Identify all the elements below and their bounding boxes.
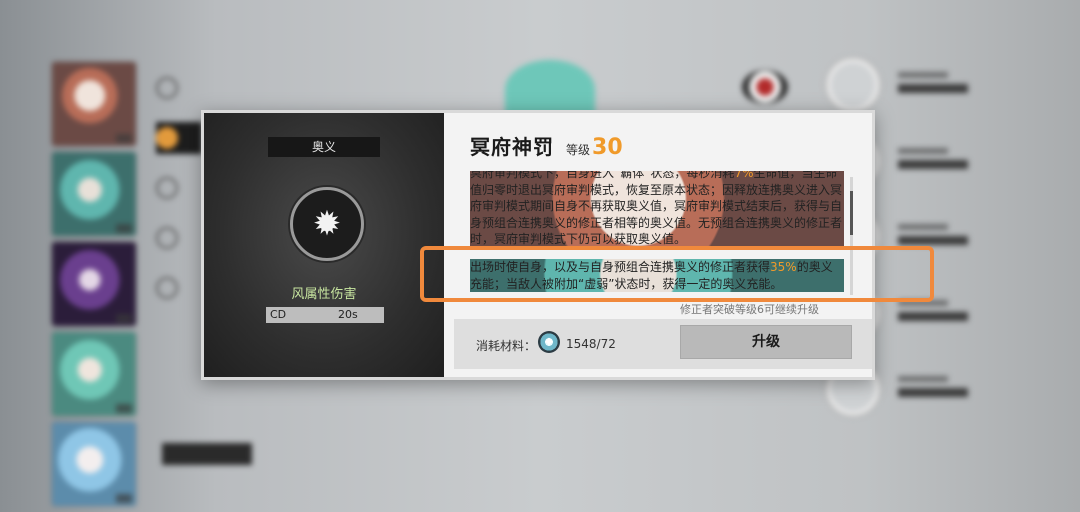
- character-portrait[interactable]: [52, 62, 136, 146]
- skill-summary-panel: 奥义 ✹ 风属性伤害 CD 20s: [204, 113, 454, 377]
- skill-list-item[interactable]: [826, 58, 968, 112]
- character-roster: [52, 62, 144, 512]
- cooldown-value: 20s: [338, 308, 358, 321]
- character-portrait[interactable]: [52, 242, 136, 326]
- skill-type-tag: 奥义: [268, 137, 380, 157]
- skill-detail-dialog: 奥义 ✹ 风属性伤害 CD 20s 冥府神罚 等级 30 冥府审判模式下，自身进…: [201, 110, 875, 380]
- description-paragraph: 冥府审判模式下，自身进入“霸体”状态，每秒消耗7%生命值，当生命值归零时退出冥府…: [470, 171, 844, 248]
- upgrade-button[interactable]: 升级: [680, 325, 852, 359]
- highlight-annotation-box: [420, 246, 934, 302]
- menu-icon: [156, 77, 178, 99]
- upgrade-footer: 消耗材料： ◆ 1548/72 升级: [454, 319, 872, 369]
- side-menu: [156, 72, 202, 322]
- skill-name: 冥府神罚: [470, 135, 554, 159]
- cost-label: 消耗材料：: [476, 339, 537, 353]
- cooldown-bar: CD 20s: [266, 307, 384, 323]
- menu-icon: [156, 277, 178, 299]
- side-menu-item[interactable]: [156, 272, 202, 304]
- side-menu-item[interactable]: [156, 222, 202, 254]
- skill-ring-icon: [826, 58, 880, 112]
- skill-badge-icon: [742, 70, 788, 104]
- side-menu-item[interactable]: [156, 72, 202, 104]
- character-portrait[interactable]: [52, 152, 136, 236]
- filter-all-button[interactable]: [162, 443, 252, 465]
- cooldown-label: CD: [270, 308, 287, 321]
- level-value: 30: [592, 135, 623, 160]
- side-menu-item-active[interactable]: [156, 122, 202, 154]
- upgrade-notice: 修正者突破等级6可继续升级: [680, 303, 819, 316]
- character-portrait[interactable]: [52, 422, 136, 506]
- level-label: 等级: [566, 143, 591, 157]
- character-portrait[interactable]: [52, 332, 136, 416]
- menu-icon: [156, 227, 178, 249]
- starburst-emblem-icon: ✹: [290, 187, 364, 261]
- scrollbar-thumb[interactable]: [850, 191, 853, 235]
- damage-type-label: 风属性伤害: [291, 287, 357, 302]
- menu-icon: [156, 177, 178, 199]
- side-menu-item[interactable]: [156, 172, 202, 204]
- percent-value: 7%: [734, 171, 754, 180]
- menu-icon: [156, 127, 178, 149]
- skill-detail-panel: 冥府神罚 等级 30 冥府审判模式下，自身进入“霸体”状态，每秒消耗7%生命值，…: [444, 113, 872, 377]
- material-count: 1548/72: [566, 337, 616, 351]
- skill-title-row: 冥府神罚 等级 30: [470, 131, 623, 160]
- crystal-material-icon: ◆: [538, 331, 560, 353]
